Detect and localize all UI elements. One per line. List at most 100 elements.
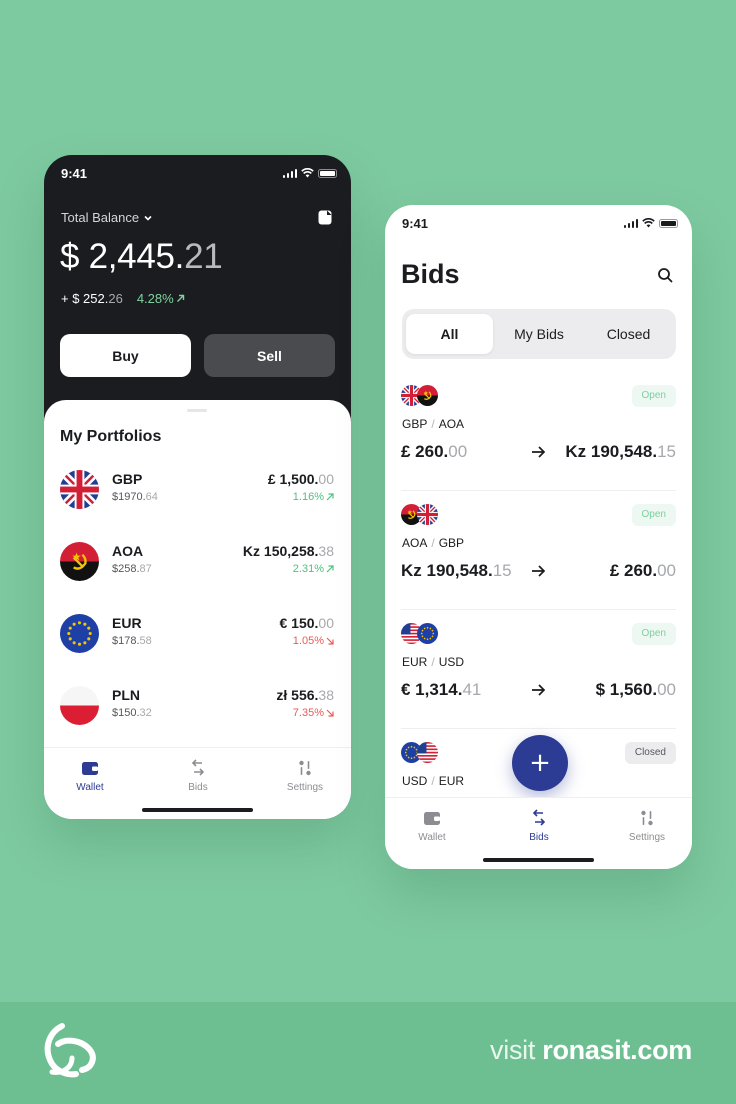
- home-indicator: [483, 858, 594, 862]
- arrow-right-icon: [532, 684, 546, 696]
- wifi-icon: [301, 168, 314, 178]
- segment-closed[interactable]: Closed: [585, 314, 672, 354]
- status-badge: Open: [631, 385, 676, 407]
- add-bid-button[interactable]: +: [512, 735, 568, 791]
- uk-flag-icon: [417, 504, 438, 525]
- settings-sliders-icon: [299, 760, 311, 776]
- arrow-right-icon: [532, 446, 546, 458]
- currency-pair: AOA / GBP: [402, 536, 465, 550]
- balance-change-percent: 4.28%: [137, 291, 185, 306]
- arrow-right-icon: [532, 565, 546, 577]
- balance-change-amount: + $ 252.26: [61, 291, 123, 306]
- tab-label: Bids: [529, 832, 549, 843]
- total-balance-dropdown[interactable]: Total Balance: [61, 210, 153, 225]
- tab-bids[interactable]: Bids: [499, 808, 579, 843]
- page-title: Bids: [401, 259, 460, 289]
- holding-amount: € 150.00: [279, 615, 334, 631]
- status-badge: Open: [631, 504, 676, 526]
- divider: [401, 728, 676, 729]
- change-percent: 1.16%: [293, 491, 334, 503]
- portfolio-item-gbp[interactable]: GBP $1970.64 £ 1,500.00 1.16%: [44, 468, 351, 540]
- status-badge: Open: [631, 623, 676, 645]
- settings-sliders-icon: [641, 810, 653, 826]
- currency-pair-flags: [401, 504, 441, 526]
- tab-settings[interactable]: Settings: [265, 758, 345, 793]
- wallet-screen: 9:41 Total Balance $ 2,445.21 + $ 252.26…: [44, 155, 351, 819]
- wifi-icon: [642, 218, 655, 228]
- tab-label: Settings: [628, 832, 666, 843]
- ronas-it-logo-icon: [44, 1023, 96, 1078]
- portfolio-item-eur[interactable]: EUR $178.58 € 150.00 1.05%: [44, 612, 351, 684]
- from-amount: Kz 190,548.15: [401, 561, 512, 580]
- usd-value: $178.58: [112, 635, 152, 647]
- uk-flag-icon: [60, 470, 99, 509]
- currency-pair: EUR / USD: [402, 655, 465, 669]
- segment-my-bids[interactable]: My Bids: [495, 314, 583, 354]
- total-balance-amount: $ 2,445.21: [60, 237, 223, 276]
- footer-visit-link[interactable]: visit ronasit.com: [490, 1035, 692, 1066]
- currency-pair: GBP / AOA: [402, 417, 465, 431]
- usd-value: $1970.64: [112, 491, 158, 503]
- swap-arrows-icon: [532, 809, 546, 826]
- arrow-down-right-icon: [326, 637, 334, 645]
- tab-settings[interactable]: Settings: [607, 808, 687, 843]
- tab-bids[interactable]: Bids: [158, 758, 238, 793]
- bid-item[interactable]: Open AOA / GBP Kz 190,548.15 £ 260.00: [385, 504, 692, 622]
- tab-wallet[interactable]: Wallet: [50, 758, 130, 793]
- wallet-icon: [424, 812, 440, 825]
- signal-icon: [623, 218, 638, 228]
- balance-change: + $ 252.26 4.28%: [61, 291, 185, 306]
- segment-all[interactable]: All: [406, 314, 493, 354]
- angola-flag-icon: [60, 542, 99, 581]
- tab-label: Settings: [286, 782, 324, 793]
- from-amount: € 1,314.41: [401, 680, 482, 699]
- chevron-down-icon: [144, 215, 152, 221]
- arrow-down-right-icon: [326, 709, 334, 717]
- holding-amount: zł 556.38: [276, 687, 334, 703]
- portfolios-title: My Portfolios: [60, 428, 162, 445]
- from-amount: £ 260.00: [401, 442, 468, 461]
- currency-pair-flags: [401, 623, 441, 645]
- currency-pair-flags: [401, 385, 441, 407]
- bids-screen: 9:41 Bids All My Bids Closed Open GBP / AO…: [385, 205, 692, 869]
- us-flag-icon: [417, 742, 438, 763]
- currency-pair: USD / EUR: [402, 774, 465, 788]
- search-icon[interactable]: [657, 267, 674, 284]
- bid-item[interactable]: Open EUR / USD € 1,314.41 $ 1,560.00: [385, 623, 692, 741]
- usd-value: $150.32: [112, 707, 152, 719]
- sheet-grabber[interactable]: [187, 409, 207, 412]
- status-bar: 9:41: [385, 205, 692, 245]
- signal-icon: [282, 168, 297, 178]
- wallet-icon: [82, 762, 98, 775]
- tab-label: Bids: [188, 782, 208, 793]
- angola-flag-icon: [417, 385, 438, 406]
- arrow-up-right-icon: [326, 565, 334, 573]
- swap-arrows-icon: [191, 759, 205, 776]
- bids-filter-segmented: All My Bids Closed: [402, 309, 676, 359]
- change-percent: 1.05%: [293, 635, 334, 647]
- currency-code: PLN: [112, 687, 140, 703]
- total-balance-label: Total Balance: [61, 210, 140, 225]
- divider: [401, 490, 676, 491]
- to-amount: £ 260.00: [609, 561, 676, 580]
- battery-icon: [659, 218, 678, 228]
- eu-flag-icon: [417, 623, 438, 644]
- status-badge: Closed: [624, 742, 676, 764]
- to-amount: Kz 190,548.15: [565, 442, 676, 461]
- status-time: 9:41: [402, 216, 429, 231]
- tab-wallet[interactable]: Wallet: [392, 808, 472, 843]
- currency-code: AOA: [112, 543, 144, 559]
- document-icon[interactable]: [318, 210, 332, 225]
- currency-code: EUR: [112, 615, 142, 631]
- status-bar: 9:41: [44, 155, 351, 195]
- portfolio-item-aoa[interactable]: AOA $258.87 Kz 150,258.38 2.31%: [44, 540, 351, 612]
- sell-button[interactable]: Sell: [204, 334, 335, 377]
- divider: [401, 609, 676, 610]
- bid-item[interactable]: Open GBP / AOA £ 260.00 Kz 190,548.15: [385, 385, 692, 503]
- portfolio-item-pln[interactable]: PLN $150.32 zł 556.38 7.35%: [44, 684, 351, 756]
- arrow-up-right-icon: [176, 294, 184, 302]
- poland-flag-icon: [60, 686, 99, 725]
- portfolios-sheet: My Portfolios GBP $1970.64 £ 1,500.00 1.…: [44, 400, 351, 819]
- buy-button[interactable]: Buy: [60, 334, 191, 377]
- tab-label: Wallet: [76, 782, 104, 793]
